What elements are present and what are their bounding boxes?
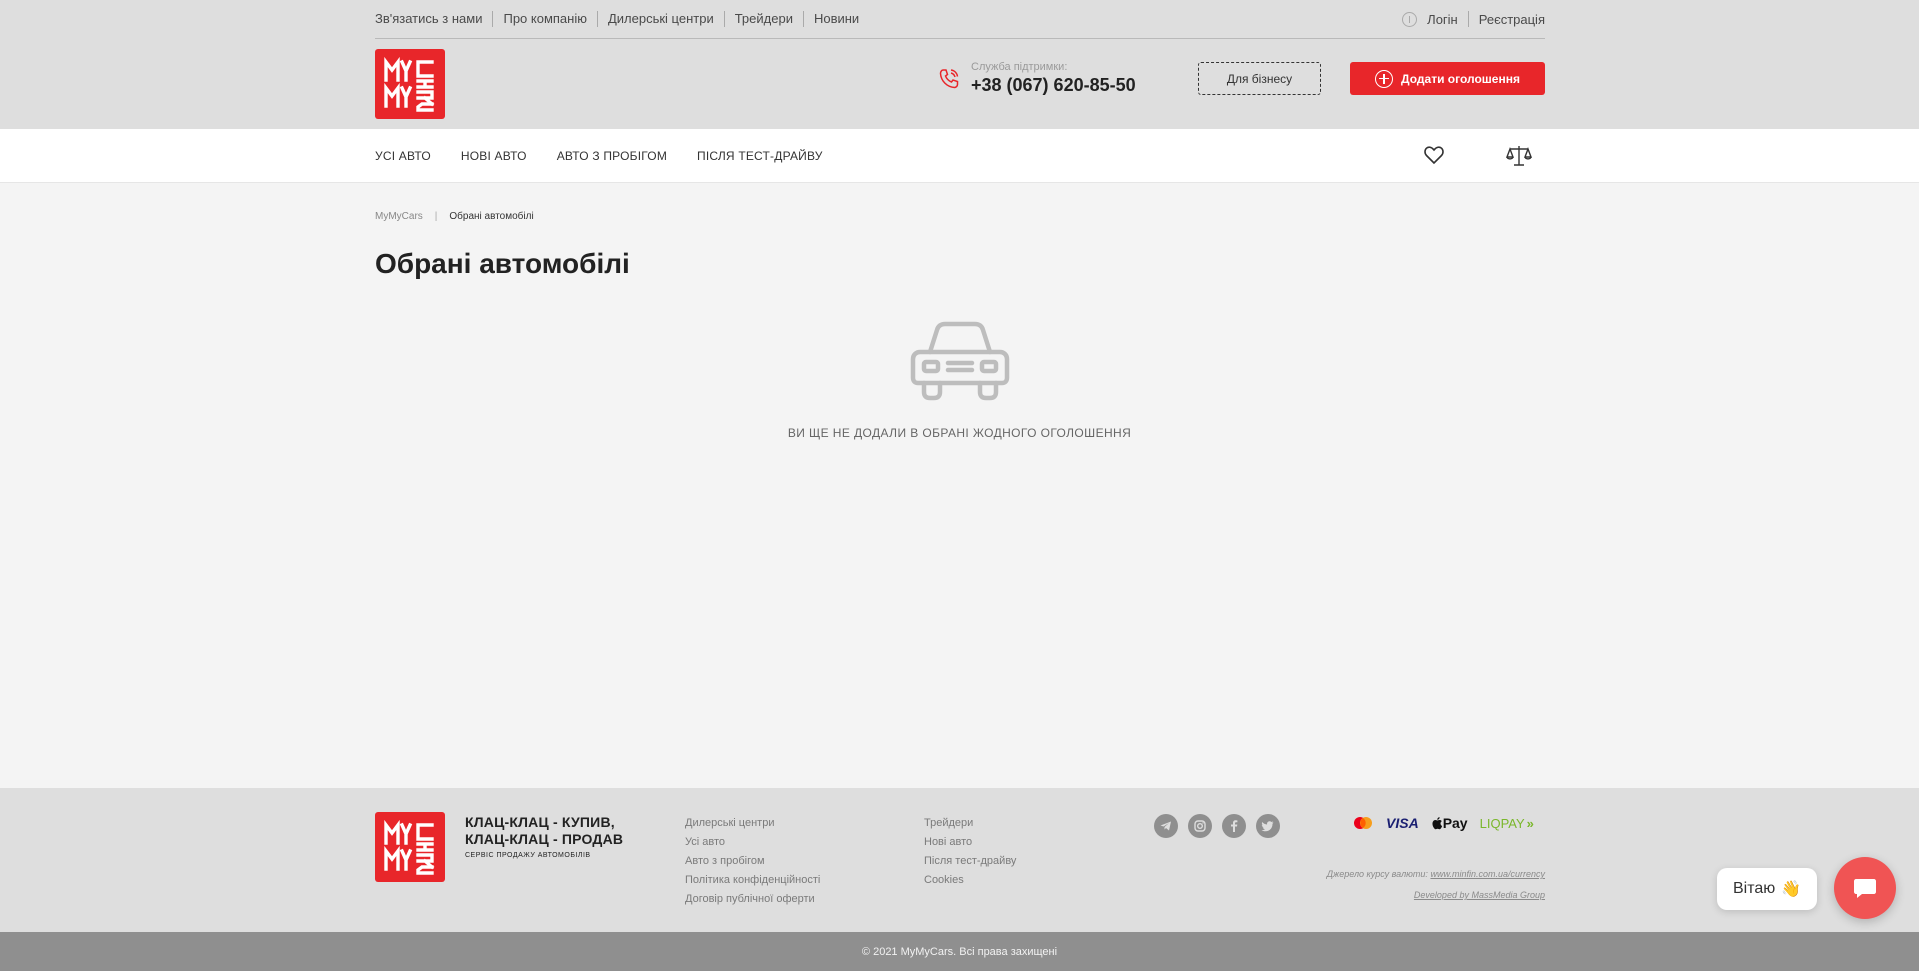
top-links: Зв'язатись з нами Про компанію Дилерські…: [375, 11, 869, 27]
apple-icon: [1432, 817, 1442, 830]
support-block: Служба підтримки: +38 (067) 620-85-50: [937, 61, 1136, 96]
developer-note: Developed by MassMedia Group: [1414, 890, 1545, 900]
empty-state: ВИ ЩЕ НЕ ДОДАЛИ В ОБРАНІ ЖОДНОГО ОГОЛОШЕ…: [0, 320, 1919, 440]
top-bar: Зв'язатись з нами Про компанію Дилерські…: [375, 0, 1545, 39]
copyright-bar: © 2021 MyMyCars. Всі права захищені: [0, 932, 1919, 971]
mymycars-logo-icon: [384, 56, 435, 112]
currency-link[interactable]: www.minfin.com.ua/currency: [1430, 869, 1545, 879]
heart-icon[interactable]: [1422, 143, 1446, 167]
nav-new-cars[interactable]: НОВІ АВТО: [461, 149, 527, 163]
plus-circle-icon: [1375, 69, 1394, 88]
currency-note: Джерело курсу валюти: www.minfin.com.ua/…: [1327, 869, 1545, 879]
chat-greeting-bubble[interactable]: Вітаю 👋: [1717, 868, 1818, 910]
breadcrumb-separator: |: [434, 211, 438, 222]
top-link-contact[interactable]: Зв'язатись з нами: [375, 11, 492, 27]
login-link[interactable]: Логін: [1427, 12, 1458, 27]
main-nav: УСІ АВТО НОВІ АВТО АВТО З ПРОБІГОМ ПІСЛЯ…: [0, 129, 1919, 183]
footer-link-after-test-drive[interactable]: Після тест-драйву: [924, 852, 1016, 871]
footer-link-dealers[interactable]: Дилерські центри: [685, 814, 820, 833]
breadcrumb-current: Обрані автомобілі: [449, 211, 534, 222]
empty-message: ВИ ЩЕ НЕ ДОДАЛИ В ОБРАНІ ЖОДНОГО ОГОЛОШЕ…: [787, 426, 1132, 440]
header: Зв'язатись з нами Про компанію Дилерські…: [0, 0, 1919, 129]
apple-pay-label: Pay: [1442, 815, 1468, 831]
currency-label: Джерело курсу валюти:: [1326, 869, 1428, 879]
top-link-traders[interactable]: Трейдери: [723, 11, 803, 27]
support-label: Служба підтримки:: [971, 61, 1068, 73]
mastercard-icon: [1354, 817, 1372, 829]
apple-pay-logo: Pay: [1431, 815, 1468, 831]
footer-link-used-cars[interactable]: Авто з пробігом: [685, 852, 820, 871]
breadcrumb-home[interactable]: MyMyCars: [375, 211, 423, 222]
top-link-about[interactable]: Про компанію: [492, 11, 597, 27]
business-button[interactable]: Для бізнесу: [1198, 62, 1321, 95]
footer-links-col-1: Дилерські центри Усі авто Авто з пробіго…: [685, 814, 820, 909]
top-link-news[interactable]: Новини: [802, 11, 869, 27]
slogan-line-1: КЛАЦ-КЛАЦ - КУПИВ,: [465, 814, 615, 830]
header-logo[interactable]: [375, 49, 445, 119]
payment-methods: VISA Pay LIQPAY »: [1352, 815, 1546, 831]
slogan-line-2: КЛАЦ-КЛАЦ - ПРОДАВ: [465, 831, 624, 847]
page-title: Обрані автомобілі: [375, 248, 630, 279]
top-link-dealers[interactable]: Дилерські центри: [596, 11, 724, 27]
nav-used-cars[interactable]: АВТО З ПРОБІГОМ: [557, 149, 667, 163]
add-listing-label: Додати оголошення: [1401, 71, 1520, 86]
nav-items: УСІ АВТО НОВІ АВТО АВТО З ПРОБІГОМ ПІСЛЯ…: [375, 129, 853, 183]
support-phone[interactable]: +38 (067) 620-85-50: [971, 74, 1136, 96]
copyright-text: © 2021 MyMyCars. Всі права захищені: [861, 945, 1058, 958]
footer-links-col-2: Трейдери Нові авто Після тест-драйву Coo…: [924, 814, 1016, 890]
mymycars-logo-icon: [384, 819, 435, 875]
footer-link-offer[interactable]: Договір публічної оферти: [685, 890, 820, 909]
car-icon: [910, 321, 1009, 401]
footer-slogan: КЛАЦ-КЛАЦ - КУПИВ, КЛАЦ-КЛАЦ - ПРОДАВ СЕ…: [465, 814, 623, 859]
breadcrumb: MyMyCars | Обрані автомобілі: [375, 211, 534, 222]
footer-link-cookies[interactable]: Cookies: [924, 871, 1016, 890]
auth-divider: [1467, 11, 1469, 27]
user-info-icon: [1402, 11, 1418, 27]
nav-icons: [1422, 143, 1532, 169]
footer-link-all-cars[interactable]: Усі авто: [685, 833, 820, 852]
waving-hand-icon: 👋: [1781, 881, 1802, 898]
chat-greeting-text: Вітаю: [1733, 880, 1776, 897]
chat-icon: [1854, 879, 1876, 898]
visa-logo: VISA: [1386, 815, 1419, 831]
developer-link[interactable]: Developed by MassMedia Group: [1414, 890, 1545, 900]
slogan-subtitle: СЕРВІС ПРОДАЖУ АВТОМОБІЛІВ: [465, 852, 591, 859]
telegram-icon[interactable]: [1154, 814, 1178, 838]
liqpay-logo: LIQPAY »: [1480, 816, 1534, 831]
add-listing-button[interactable]: Додати оголошення: [1350, 62, 1545, 95]
footer-logo[interactable]: [375, 812, 445, 882]
register-link[interactable]: Реєстрація: [1479, 12, 1545, 27]
liqpay-label: LIQPAY: [1479, 815, 1525, 831]
nav-all-cars[interactable]: УСІ АВТО: [375, 149, 431, 163]
footer: КЛАЦ-КЛАЦ - КУПИВ, КЛАЦ-КЛАЦ - ПРОДАВ СЕ…: [0, 788, 1919, 932]
twitter-icon[interactable]: [1256, 814, 1280, 838]
social-links: [1154, 814, 1290, 838]
chat-open-button[interactable]: [1834, 857, 1896, 919]
footer-link-new-cars[interactable]: Нові авто: [924, 833, 1016, 852]
phone-icon: [939, 69, 959, 89]
facebook-icon[interactable]: [1222, 814, 1246, 838]
scales-icon[interactable]: [1506, 143, 1532, 169]
double-chevron-right-icon: »: [1526, 815, 1534, 831]
instagram-icon[interactable]: [1188, 814, 1212, 838]
auth-links: Логін Реєстрація: [1402, 11, 1545, 27]
footer-link-traders[interactable]: Трейдери: [924, 814, 1016, 833]
nav-after-test-drive[interactable]: ПІСЛЯ ТЕСТ-ДРАЙВУ: [697, 149, 823, 163]
footer-link-privacy[interactable]: Політика конфіденційності: [685, 871, 820, 890]
